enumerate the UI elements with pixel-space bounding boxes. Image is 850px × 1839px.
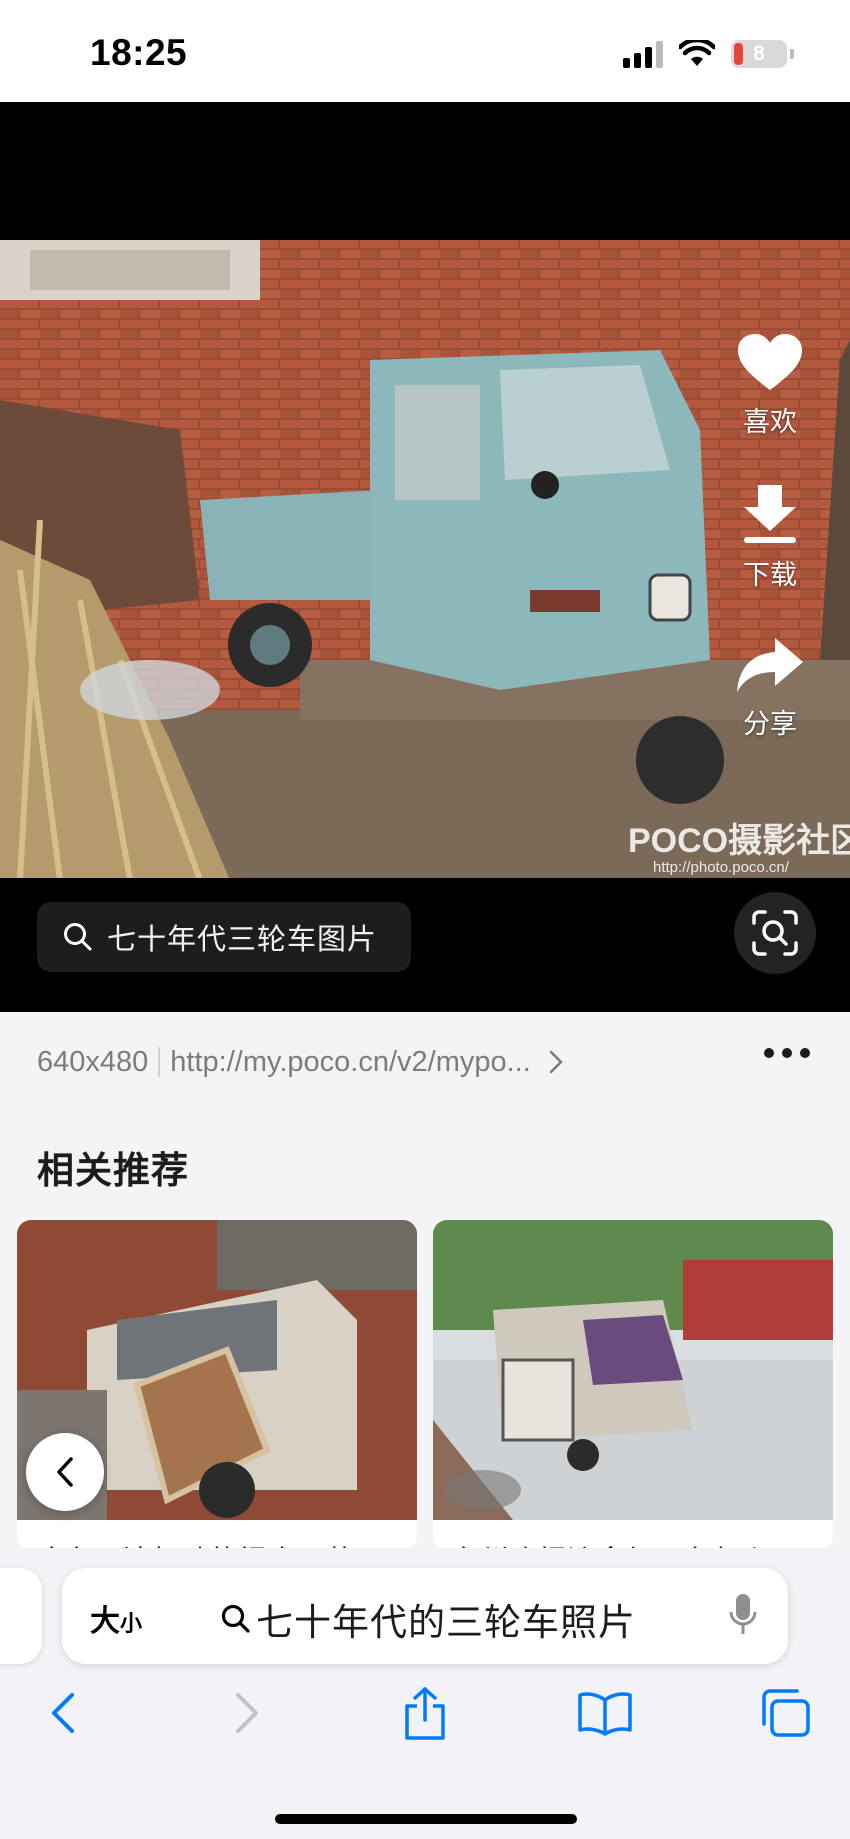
address-bar[interactable]: 大小 七十年代的三轮车照片: [62, 1568, 788, 1664]
card-thumbnail: [433, 1220, 833, 1520]
address-text: 七十年代的三轮车照片: [256, 1602, 636, 1643]
download-label: 下载: [743, 560, 797, 590]
watermark-url: http://photo.poco.cn/: [653, 859, 790, 876]
search-icon: [64, 923, 92, 951]
share-label: 分享: [743, 709, 797, 739]
battery-level: 8: [753, 42, 765, 65]
more-options-icon[interactable]: [764, 1048, 810, 1058]
related-title: 相关推荐: [37, 1150, 189, 1191]
divider: [158, 1047, 161, 1077]
microphone-icon[interactable]: [728, 1592, 758, 1638]
back-icon: [52, 1693, 74, 1733]
tabs-icon: [762, 1689, 810, 1737]
battery-icon: 8: [731, 40, 787, 68]
page-settings-button[interactable]: 大小: [90, 1596, 142, 1640]
back-fab-button[interactable]: [26, 1433, 104, 1511]
related-card[interactable]: 台州晚报流拿便民车怎么: [433, 1220, 833, 1550]
share-action[interactable]: 分享: [735, 636, 805, 741]
status-time: 18:25: [90, 32, 188, 73]
visual-search-button[interactable]: [734, 892, 816, 974]
image-info-row: 640x480 http://my.poco.cn/v2/mypo...: [0, 1012, 850, 1112]
download-action[interactable]: 下载: [740, 483, 800, 592]
previous-tab-peek[interactable]: [0, 1568, 42, 1664]
home-indicator: [275, 1814, 577, 1824]
image-viewer: POCO摄影社区 http://photo.poco.cn/ 喜欢 下载 分享: [0, 102, 850, 1012]
image-search-bar[interactable]: 七十年代三轮车图片: [37, 902, 411, 972]
source-link[interactable]: http://my.poco.cn/v2/mypo...: [170, 1046, 531, 1079]
browser-forward-button[interactable]: [212, 1678, 282, 1748]
browser-bookmarks-button[interactable]: [570, 1678, 640, 1748]
image-search-text: 七十年代三轮车图片: [107, 924, 378, 956]
browser-back-button[interactable]: [28, 1678, 98, 1748]
browser-tabs-button[interactable]: [750, 1678, 820, 1748]
chevron-left-icon: [57, 1457, 73, 1487]
status-icons: 8: [623, 40, 794, 68]
side-actions: 喜欢 下载 分享: [720, 332, 820, 741]
chevron-right-icon[interactable]: [549, 1050, 563, 1074]
signal-icon: [623, 40, 663, 68]
share-icon: [405, 1687, 445, 1740]
bookmarks-icon: [578, 1692, 632, 1736]
share-icon: [737, 638, 803, 692]
download-icon: [744, 485, 796, 543]
browser-toolbar: [0, 1678, 850, 1758]
status-bar: 18:25 8: [0, 0, 850, 102]
wifi-icon: [679, 40, 715, 66]
image-dimensions: 640x480: [37, 1045, 149, 1078]
like-label: 喜欢: [743, 407, 797, 437]
like-action[interactable]: 喜欢: [736, 332, 804, 439]
browser-bottom-bar: 大小 七十年代的三轮车照片: [0, 1548, 850, 1839]
search-icon: [221, 1604, 250, 1633]
heart-icon: [738, 334, 802, 390]
address-query: 七十年代的三轮车照片: [220, 1592, 636, 1646]
forward-icon: [236, 1693, 258, 1733]
visual-search-icon: [752, 910, 798, 956]
watermark: POCO摄影社区: [628, 822, 850, 860]
browser-share-button[interactable]: [390, 1678, 460, 1748]
